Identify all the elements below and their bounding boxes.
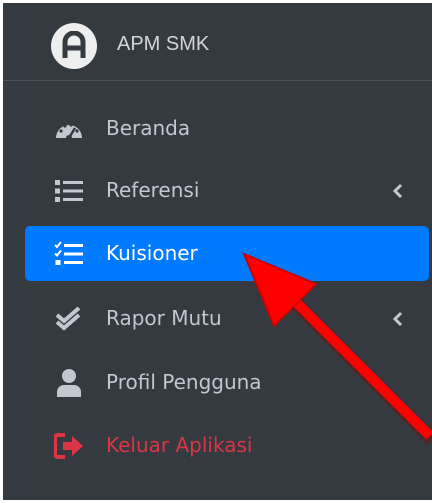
- sidebar-item-referensi[interactable]: Referensi: [25, 163, 429, 218]
- sidebar-item-keluar-aplikasi[interactable]: Keluar Aplikasi: [25, 418, 429, 473]
- user-icon: [53, 367, 85, 399]
- sidebar: APM SMK Beranda Referensi Kuisioner Rapo…: [0, 0, 432, 503]
- brand-logo-icon: [51, 23, 97, 69]
- sign-out-icon: [53, 430, 85, 462]
- sidebar-item-label: Referensi: [106, 178, 200, 202]
- sidebar-item-label: Profil Pengguna: [106, 370, 262, 394]
- sidebar-item-rapor-mutu[interactable]: Rapor Mutu: [25, 291, 429, 346]
- chevron-left-icon: [391, 182, 405, 200]
- brand-link[interactable]: APM SMK: [3, 3, 432, 81]
- brand-name: APM SMK: [117, 33, 210, 55]
- sidebar-item-label: Rapor Mutu: [106, 306, 222, 330]
- chevron-left-icon: [391, 310, 405, 328]
- sidebar-item-label: Kuisioner: [106, 241, 198, 265]
- sidebar-item-label: Keluar Aplikasi: [106, 433, 253, 457]
- tasks-checklist-icon: [53, 238, 85, 270]
- list-icon: [53, 175, 85, 207]
- sidebar-item-beranda[interactable]: Beranda: [25, 101, 429, 156]
- sidebar-item-label: Beranda: [106, 116, 191, 140]
- check-double-icon: [53, 303, 85, 335]
- dashboard-gauge-icon: [53, 113, 85, 145]
- sidebar-item-kuisioner[interactable]: Kuisioner: [25, 226, 429, 281]
- sidebar-item-profil-pengguna[interactable]: Profil Pengguna: [25, 355, 429, 410]
